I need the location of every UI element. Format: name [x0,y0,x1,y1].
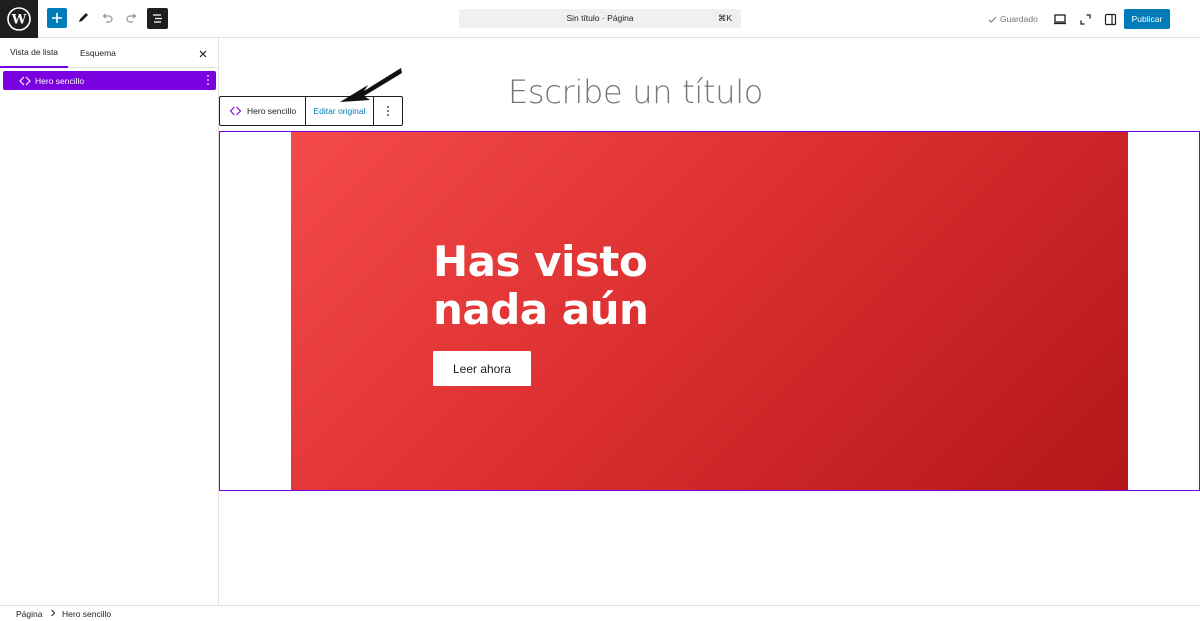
saved-status: Guardado [988,14,1038,24]
expand-icon [1079,13,1091,25]
desktop-icon [1054,14,1066,25]
tab-outline[interactable]: Esquema [70,38,126,68]
redo-button[interactable] [122,8,142,28]
wordpress-logo-icon: W [7,7,31,31]
plus-icon [52,13,62,23]
block-name-label: Hero sencillo [247,106,297,116]
tab-list-view[interactable]: Vista de lista [0,38,69,68]
fullscreen-button[interactable] [1076,10,1094,28]
list-view-icon [153,14,162,23]
sidebar-icon [1104,13,1116,25]
editor-top-bar: W Sin título · Página ⌘K Guardado Public… [0,0,1200,38]
command-palette-bar[interactable]: Sin título · Página ⌘K [459,9,741,28]
breadcrumb-item-page[interactable]: Página [16,609,42,619]
preview-button[interactable] [1051,10,1069,28]
settings-sidebar-button[interactable] [1101,10,1119,28]
close-icon [199,50,207,58]
list-view-sidebar: Vista de lista Esquema Hero sencillo [0,38,219,605]
redo-icon [126,13,137,23]
wordpress-logo-button[interactable]: W [0,0,38,38]
pattern-diamond-icon [19,76,31,86]
hero-heading-line1: Has visto [433,237,648,286]
publish-button[interactable]: Publicar [1124,9,1170,29]
tools-button[interactable] [73,8,93,28]
undo-icon [102,13,113,23]
block-breadcrumb: Página Hero sencillo [0,605,1200,621]
post-title-placeholder[interactable]: Escribe un título [508,73,763,111]
document-title: Sin título · Página [566,13,634,23]
close-sidebar-button[interactable] [196,47,210,61]
pattern-diamond-icon [229,106,242,116]
annotation-arrow-icon [340,68,402,102]
svg-text:W: W [11,13,27,28]
saved-label: Guardado [1000,14,1038,24]
document-overview-button[interactable] [147,8,168,29]
list-item-hero-sencillo[interactable]: Hero sencillo [3,71,216,90]
hero-heading[interactable]: Has visto nada aún [433,238,753,334]
hero-heading-line2: nada aún [433,285,649,334]
add-block-button[interactable] [47,8,67,28]
list-item-label: Hero sencillo [35,75,85,86]
chevron-right-icon [50,609,56,619]
pencil-icon [79,13,88,22]
list-item-options-button[interactable] [206,74,210,86]
more-vertical-icon [207,75,209,85]
breadcrumb-item-hero[interactable]: Hero sencillo [62,609,111,619]
shortcut-hint: ⌘K [717,13,732,23]
block-switcher-button[interactable]: Hero sencillo [220,97,306,125]
sidebar-tabs: Vista de lista Esquema [0,38,218,68]
undo-button[interactable] [97,8,117,28]
check-icon [988,16,997,23]
read-now-button[interactable]: Leer ahora [433,351,531,386]
